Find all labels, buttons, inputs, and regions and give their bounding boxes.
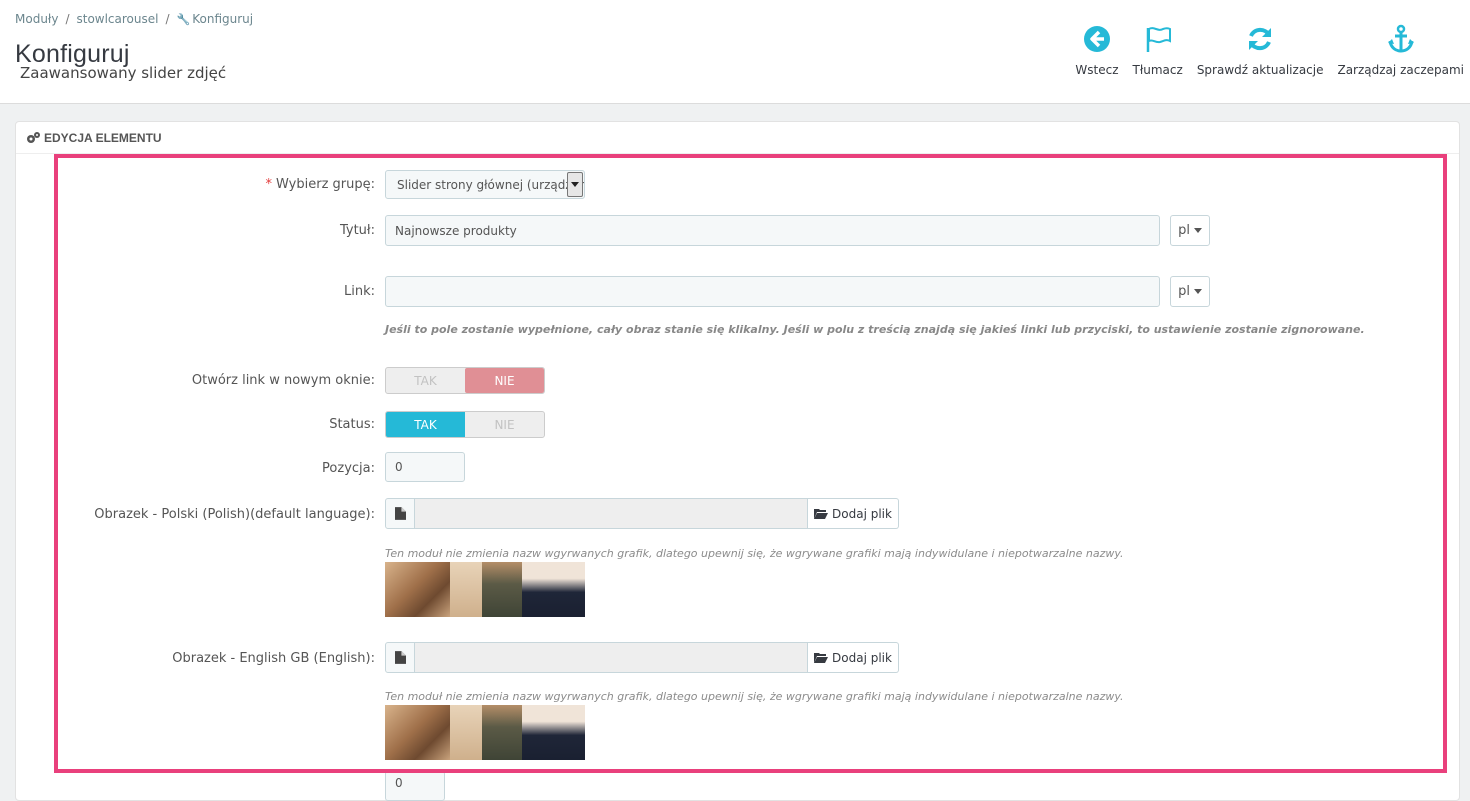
- cogs-icon: [27, 131, 40, 143]
- status-yes[interactable]: TAK: [386, 412, 465, 437]
- group-select-value: Slider strony głównej (urządzenia: [397, 177, 585, 192]
- position-input[interactable]: 0: [385, 452, 465, 482]
- translate-button[interactable]: Tłumacz: [1133, 24, 1183, 77]
- image-pl-file-field[interactable]: [415, 498, 808, 529]
- title-language-button[interactable]: pl: [1170, 215, 1210, 246]
- page-header: Moduły / stowlcarousel / 🔧 Konfiguruj Konfigu…: [0, 0, 1470, 104]
- link-input[interactable]: [385, 276, 1160, 307]
- new-window-switch[interactable]: TAK NIE: [385, 367, 545, 394]
- image-pl-help-text: Ten moduł nie zmienia nazw wgyrwanych gr…: [385, 547, 1124, 560]
- file-icon: [385, 642, 415, 673]
- folder-open-icon: [814, 508, 829, 519]
- page-subtitle: Zaawansowany slider zdjęć: [20, 64, 227, 82]
- image-en-thumbnail: [385, 705, 585, 760]
- position-label: Pozycja:: [322, 461, 375, 476]
- chevron-down-icon: [567, 172, 583, 197]
- wrench-icon: 🔧: [176, 13, 191, 26]
- image-pl-add-file-button[interactable]: Dodaj plik: [808, 498, 899, 529]
- refresh-icon: [1249, 27, 1272, 51]
- anchor-icon: [1387, 24, 1414, 53]
- title-label: Tytuł:: [339, 223, 375, 238]
- image-pl-thumbnail: [385, 562, 585, 617]
- status-label: Status:: [329, 417, 375, 432]
- manage-hooks-button[interactable]: Zarządzaj zaczepami: [1337, 24, 1464, 77]
- title-input[interactable]: Najnowsze produkty: [385, 215, 1160, 246]
- group-label: * Wybierz grupę:: [265, 177, 375, 192]
- group-select[interactable]: Slider strony głównej (urządzenia: [385, 170, 585, 199]
- back-button[interactable]: Wstecz: [1075, 24, 1119, 77]
- image-en-add-file-button[interactable]: Dodaj plik: [808, 642, 899, 673]
- panel-title: Edycja elementu: [44, 130, 162, 145]
- check-updates-button[interactable]: Sprawdź aktualizacje: [1196, 24, 1324, 77]
- status-switch[interactable]: TAK NIE: [385, 411, 545, 438]
- next-input[interactable]: 0: [385, 771, 445, 801]
- translate-label: Tłumacz: [1132, 63, 1183, 77]
- required-marker: *: [265, 177, 273, 192]
- breadcrumb-current: Konfiguruj: [192, 12, 254, 26]
- toolbar: Wstecz Tłumacz Sprawdź aktualizacje Zarz…: [1061, 24, 1464, 77]
- image-en-file-field[interactable]: [415, 642, 808, 673]
- folder-open-icon: [814, 652, 829, 663]
- breadcrumb-modules[interactable]: Moduły: [15, 12, 58, 26]
- status-no[interactable]: NIE: [465, 412, 544, 437]
- flag-icon: [1146, 27, 1171, 52]
- image-pl-label: Obrazek - Polski (Polish)(default langua…: [94, 507, 375, 522]
- new-window-no[interactable]: NIE: [465, 368, 544, 393]
- arrow-circle-left-icon: [1083, 26, 1110, 52]
- image-pl-upload: Dodaj plik: [385, 498, 899, 529]
- link-language-button[interactable]: pl: [1170, 276, 1210, 307]
- breadcrumb: Moduły / stowlcarousel / 🔧 Konfiguruj: [15, 12, 254, 26]
- check-updates-label: Sprawdź aktualizacje: [1196, 63, 1324, 77]
- link-help-text: Jeśli to pole zostanie wypełnione, cały …: [385, 323, 1365, 336]
- image-en-upload: Dodaj plik: [385, 642, 899, 673]
- panel-heading: Edycja elementu: [16, 122, 1459, 154]
- image-en-help-text: Ten moduł nie zmienia nazw wgyrwanych gr…: [385, 690, 1124, 703]
- link-label: Link:: [343, 284, 375, 299]
- image-en-label: Obrazek - English GB (English):: [172, 651, 375, 666]
- caret-down-icon: [1193, 289, 1202, 294]
- caret-down-icon: [1193, 228, 1202, 233]
- breadcrumb-module[interactable]: stowlcarousel: [76, 12, 158, 26]
- new-window-yes[interactable]: TAK: [386, 368, 465, 393]
- back-label: Wstecz: [1075, 63, 1119, 77]
- file-icon: [385, 498, 415, 529]
- new-window-label: Otwórz link w nowym oknie:: [191, 373, 375, 388]
- manage-hooks-label: Zarządzaj zaczepami: [1337, 63, 1464, 77]
